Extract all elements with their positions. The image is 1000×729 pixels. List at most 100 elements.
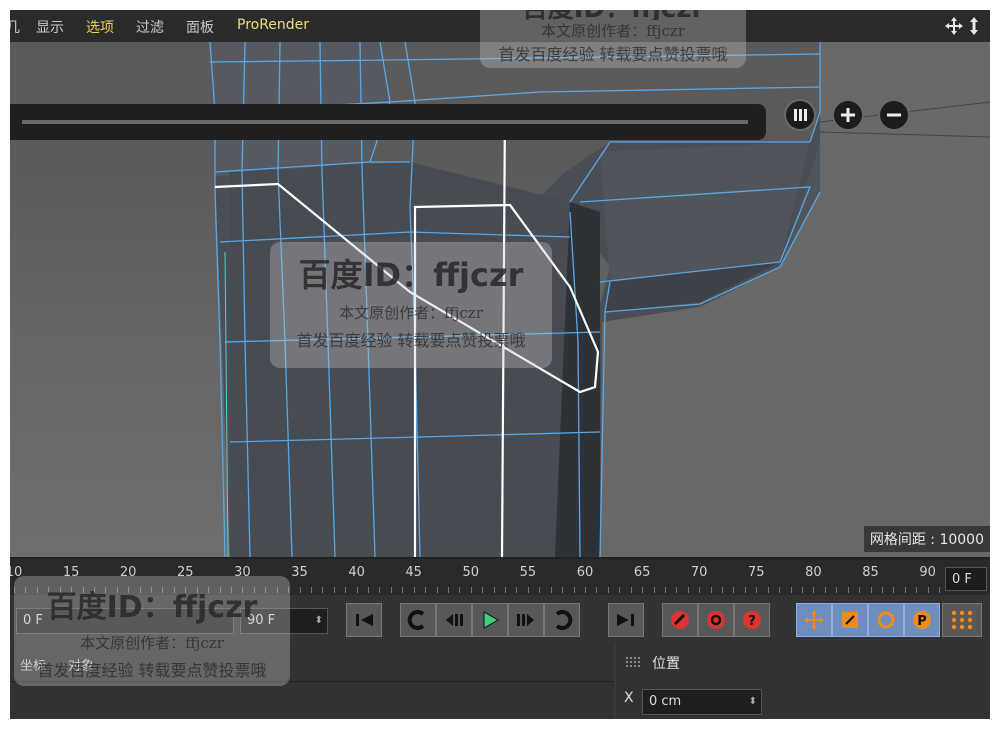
- zoom-in-button[interactable]: [832, 99, 864, 131]
- watermark-id: 百度ID：ffjczr: [298, 256, 524, 294]
- pause-grid-button[interactable]: [784, 99, 816, 131]
- timeline-tick: [676, 587, 678, 593]
- stepper-arrows-icon: ⬍: [314, 615, 323, 626]
- timeline-tick-label: 80: [805, 565, 822, 580]
- watermark-line1: 本文原创作者：ffjczr: [80, 634, 224, 652]
- play-icon: [483, 611, 500, 629]
- move-arrows-icon: [804, 610, 824, 630]
- point-grid-button[interactable]: [942, 603, 982, 637]
- menu-item-display[interactable]: 显示: [36, 17, 64, 37]
- timeline-tick: [413, 587, 415, 593]
- drag-handle-icon[interactable]: [626, 657, 644, 671]
- rotate-tool-button[interactable]: [868, 603, 904, 637]
- dots-grid-icon: [951, 610, 973, 630]
- position-section-title: 位置: [652, 656, 680, 672]
- timeline-tick-label: 35: [291, 565, 308, 580]
- question-icon: ?: [743, 611, 761, 629]
- timeline-tick: [722, 587, 724, 593]
- timeline-tick: [630, 587, 632, 593]
- timeline-tick: [299, 587, 301, 593]
- move-tool-button[interactable]: [796, 603, 832, 637]
- viewport-slider[interactable]: [10, 104, 766, 140]
- timeline-tick: [939, 587, 941, 593]
- timeline-tick-label: 70: [690, 565, 708, 580]
- current-frame-field[interactable]: 0 F: [945, 567, 987, 591]
- timeline-tick: [562, 587, 564, 593]
- skip-end-icon: [617, 614, 634, 626]
- prev-key-button[interactable]: [400, 603, 436, 637]
- timeline-tick: [733, 587, 735, 593]
- timeline-tick: [482, 587, 484, 593]
- watermark-line1: 本文原创作者：ffjczr: [541, 22, 685, 40]
- goto-end-button[interactable]: [608, 603, 644, 637]
- timeline-tick: [699, 587, 701, 593]
- timeline-tick: [436, 587, 438, 593]
- watermark-line2: 首发百度经验 转载要点赞投票哦: [296, 331, 526, 350]
- timeline-tick: [687, 587, 689, 593]
- watermark-line2: 首发百度经验 转载要点赞投票哦: [37, 661, 267, 680]
- param-tool-button[interactable]: P: [904, 603, 940, 637]
- timeline-tick: [310, 587, 312, 593]
- rotate-icon: [877, 611, 895, 629]
- next-frame-button[interactable]: [508, 603, 544, 637]
- menu-item-options[interactable]: 选项: [86, 17, 114, 37]
- watermark-line2: 首发百度经验 转载要点赞投票哦: [498, 45, 728, 64]
- coordinates-panel: 位置 X 0 cm ⬍: [616, 643, 990, 719]
- watermark-id: 百度ID：ffjczr: [480, 10, 746, 20]
- timeline-tick: [744, 587, 746, 593]
- position-x-field[interactable]: 0 cm ⬍: [642, 689, 762, 715]
- position-x-value: 0 cm: [649, 694, 682, 709]
- prev-frame-button[interactable]: [436, 603, 472, 637]
- timeline-tick-label: 45: [405, 565, 422, 580]
- timeline-tick: [870, 587, 872, 593]
- grid-spacing-label: 网格间距 : 10000: [863, 526, 990, 552]
- menu-item-panel[interactable]: 面板: [186, 17, 214, 37]
- watermark-top: 百度ID：ffjczr 本文原创作者：ffjczr 首发百度经验 转载要点赞投票…: [480, 10, 746, 68]
- timeline-tick: [904, 587, 906, 593]
- bars-icon: [794, 109, 807, 121]
- menu-item-filter[interactable]: 过滤: [136, 17, 164, 37]
- timeline-tick: [539, 587, 541, 593]
- timeline-tick: [790, 587, 792, 593]
- timeline-tick: [619, 587, 621, 593]
- timeline-tick: [756, 587, 758, 593]
- play-button[interactable]: [472, 603, 508, 637]
- timeline-tick: [425, 587, 427, 593]
- timeline-tick: [585, 587, 586, 593]
- p-circle-icon: P: [913, 611, 931, 629]
- timeline-tick-label: 60: [576, 565, 594, 580]
- timeline-tick: [881, 587, 883, 593]
- timeline-tick: [836, 587, 838, 593]
- timeline-tick-label: 90: [919, 565, 936, 580]
- prev-key-icon: [407, 610, 425, 630]
- timeline-tick: [322, 587, 324, 593]
- timeline-tick: [493, 587, 495, 593]
- c4d-window: 几 显示 选项 过滤 面板 ProRender 网格间距: 10000 0 1…: [10, 10, 990, 719]
- timeline-tick-label: 55: [519, 565, 537, 580]
- timeline-tick: [607, 587, 609, 593]
- watermark-center: 百度ID：ffjczr 本文原创作者：ffjczr 首发百度经验 转载要点赞投票…: [270, 242, 552, 368]
- timeline-tick: [642, 587, 644, 593]
- auto-key-button[interactable]: [698, 603, 734, 637]
- timeline-tick: [847, 587, 849, 593]
- menu-item-prorender[interactable]: ProRender: [237, 17, 309, 33]
- timeline-tick: [653, 587, 655, 593]
- goto-start-button[interactable]: [346, 603, 382, 637]
- prev-frame-icon: [446, 614, 463, 626]
- timeline-tick: [779, 587, 781, 593]
- timeline-tick-label: 65: [633, 565, 651, 580]
- next-key-button[interactable]: [544, 603, 580, 637]
- zoom-out-button[interactable]: [878, 99, 910, 131]
- scale-tool-button[interactable]: [832, 603, 868, 637]
- key-help-button[interactable]: ?: [734, 603, 770, 637]
- timeline-tick: [345, 587, 347, 593]
- timeline-tick: [596, 587, 598, 593]
- move-view-icon[interactable]: [944, 16, 984, 36]
- timeline-tick: [368, 587, 370, 593]
- record-keys-button[interactable]: [662, 603, 698, 637]
- timeline-tick: [356, 587, 358, 593]
- timeline-tick-label: 75: [748, 565, 765, 580]
- viewport-nav-icons[interactable]: [944, 16, 984, 41]
- menu-item-partial[interactable]: 几: [10, 17, 20, 37]
- timeline-tick: [927, 587, 929, 593]
